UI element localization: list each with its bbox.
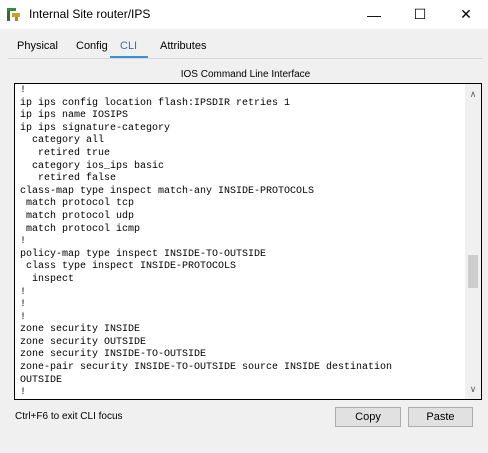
cli-console[interactable]: ! ip ips config location flash:IPSDIR re… [14,83,482,400]
tab-attributes[interactable]: Attributes [158,40,208,52]
close-button[interactable]: ✕ [443,0,488,29]
tab-cli[interactable]: CLI [118,40,139,52]
minimize-button[interactable]: — [351,0,397,29]
window-title: Internal Site router/IPS [29,7,151,21]
cli-output[interactable]: ! ip ips config location flash:IPSDIR re… [20,85,454,399]
scroll-down-icon[interactable]: ∨ [465,381,481,397]
cli-line: zone security OUTSIDE [20,336,147,348]
cli-line: zone security INSIDE-TO-OUTSIDE [20,349,207,361]
tab-config[interactable]: Config [74,40,110,52]
cli-panel: IOS Command Line Interface ! ip ips conf… [8,59,483,453]
tab-physical[interactable]: Physical [15,40,60,52]
cli-line: inspect [20,273,75,285]
section-title: IOS Command Line Interface [180,69,311,80]
maximize-icon: ☐ [413,6,427,22]
cli-line: ! [20,387,27,399]
cli-line: ! [20,299,27,311]
cli-line: match protocol icmp [20,223,141,235]
exit-focus-hint: Ctrl+F6 to exit CLI focus [15,411,123,422]
cli-line: category all [20,135,105,147]
cli-line: zone-pair security INSIDE-TO-OUTSIDE sou… [20,362,393,374]
paste-button[interactable]: Paste [408,407,473,427]
maximize-button[interactable]: ☐ [397,0,443,29]
cli-line: ip ips signature-category [20,122,171,134]
cli-line: zone security INSIDE [20,324,141,336]
cli-line: class-map type inspect match-any INSIDE-… [20,185,315,197]
cli-line: policy-map type inspect INSIDE-TO-OUTSID… [20,248,267,260]
cli-line: category ios_ips basic [20,160,165,172]
cli-line: ! [20,311,27,323]
cli-line: ip ips name IOSIPS [20,110,129,122]
scroll-thumb[interactable] [468,255,478,288]
cli-line: match protocol tcp [20,198,135,210]
cli-line: match protocol udp [20,210,135,222]
cli-line: ! [20,85,27,96]
cli-line: retired false [20,173,117,185]
cli-line: ! [20,286,27,298]
router-app-icon [6,6,22,22]
tab-bar: Physical Config CLI Attributes [0,36,488,58]
minimize-icon: — [367,6,381,23]
close-icon: ✕ [460,6,472,22]
cli-line: class type inspect INSIDE-PROTOCOLS [20,261,237,273]
copy-button[interactable]: Copy [335,407,401,427]
cli-line: ip ips config location flash:IPSDIR retr… [20,97,291,109]
cli-line: OUTSIDE [20,374,63,386]
title-bar: Internal Site router/IPS — ☐ ✕ [0,0,488,30]
cli-line: retired true [20,147,111,159]
scroll-up-icon[interactable]: ∧ [465,86,481,102]
cli-line: ! [20,236,27,248]
console-scrollbar[interactable]: ∧ ∨ [465,84,481,399]
